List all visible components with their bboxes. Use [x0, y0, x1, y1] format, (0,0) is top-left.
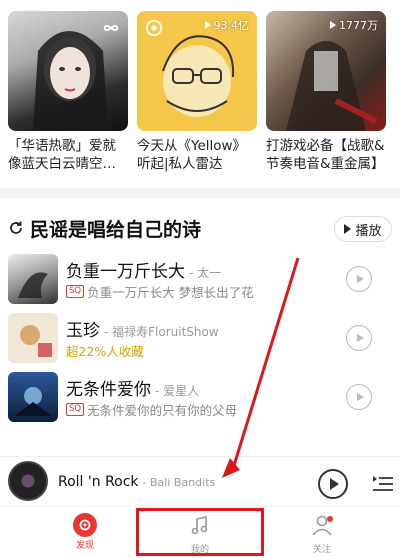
play-icon — [330, 478, 339, 490]
song-thumbnail — [8, 313, 58, 363]
section-title: 民谣是唱给自己的诗 — [30, 219, 202, 241]
song-row[interactable]: 玉珍 - 福禄寿FloruitShow 超22%人收藏 — [0, 313, 400, 375]
section-divider — [0, 188, 400, 198]
playlist-cover[interactable]: 1777万 — [266, 11, 386, 131]
anime-illustration — [286, 41, 378, 131]
song-artist: - 爱星人 — [155, 384, 200, 398]
album-disc[interactable] — [8, 461, 48, 501]
playlist-card[interactable]: 1777万 打游戏必备【战歌&节奏电音&重金属】 — [266, 11, 386, 173]
song-artist: - 太一 — [189, 266, 222, 280]
song-subtitle-line: SQ 负重一万斤长大 梦想长出了花 — [66, 282, 254, 301]
sq-badge: SQ — [66, 285, 85, 298]
tab-label: 关注 — [312, 545, 331, 555]
tab-mine[interactable]: 我的 — [170, 513, 230, 555]
mini-play-button[interactable] — [318, 469, 348, 499]
notification-dot — [327, 516, 333, 522]
playlist-cover[interactable] — [8, 11, 128, 131]
playlist-cards: 「华语热歌」爱就像蓝天白云晴空… 93.4亿 今天从《Yellow》听起|私人雷… — [0, 0, 400, 182]
now-playing-artist: - Bali Bandits — [142, 476, 216, 489]
song-play-button[interactable] — [346, 266, 372, 292]
song-row[interactable]: 负重一万斤长大 - 太一 SQ 负重一万斤长大 梦想长出了花 — [0, 254, 400, 316]
play-icon — [344, 224, 352, 234]
tab-follow[interactable]: 关注 — [292, 513, 352, 555]
song-title: 玉珍 — [66, 321, 100, 341]
sq-badge: SQ — [66, 403, 85, 416]
tab-bar: 发现 我的 关注 — [0, 506, 400, 558]
song-title-line: 负重一万斤长大 - 太一 — [66, 257, 221, 282]
now-playing-title: Roll 'n Rock — [58, 474, 139, 490]
mini-player[interactable]: Roll 'n Rock - Bali Bandits — [0, 456, 400, 506]
playlist-title: 今天从《Yellow》听起|私人雷达 — [137, 138, 247, 172]
song-subtitle: 无条件爱你的只有你的父母 — [87, 403, 238, 418]
song-subtitle: 超22%人收藏 — [66, 344, 144, 359]
song-art — [14, 387, 52, 416]
portrait-illustration — [33, 31, 108, 131]
song-subtitle-line: SQ 无条件爱你的只有你的父母 — [66, 400, 237, 419]
playlist-title: 打游戏必备【战歌&节奏电音&重金属】 — [266, 138, 385, 172]
song-title-line: 玉珍 - 福禄寿FloruitShow — [66, 316, 219, 341]
song-row[interactable]: 无条件爱你 - 爱星人 SQ 无条件爱你的只有你的父母 — [0, 372, 400, 434]
playlist-cover[interactable]: 93.4亿 — [137, 11, 257, 131]
sketch-illustration — [162, 35, 235, 117]
song-play-button[interactable] — [346, 384, 372, 410]
discover-icon — [73, 513, 97, 537]
playlist-card[interactable]: 「华语热歌」爱就像蓝天白云晴空… — [8, 11, 128, 173]
song-thumbnail — [8, 254, 58, 304]
song-play-button[interactable] — [346, 325, 372, 351]
song-title: 负重一万斤长大 — [66, 262, 185, 282]
song-artist: - 福禄寿FloruitShow — [104, 325, 219, 339]
play-all-button[interactable]: 播放 — [334, 216, 392, 242]
song-thumbnail — [8, 372, 58, 422]
song-subtitle-line: 超22%人收藏 — [66, 341, 144, 360]
song-title: 无条件爱你 — [66, 380, 151, 400]
song-title-line: 无条件爱你 - 爱星人 — [66, 375, 199, 400]
section-header: 民谣是唱给自己的诗 播放 — [0, 212, 400, 246]
tab-discover[interactable]: 发现 — [55, 513, 115, 551]
tab-label: 发现 — [75, 541, 94, 551]
playlist-card[interactable]: 93.4亿 今天从《Yellow》听起|私人雷达 — [137, 11, 257, 173]
song-subtitle: 负重一万斤长大 梦想长出了花 — [87, 285, 254, 300]
song-art — [18, 272, 48, 298]
play-icon — [356, 393, 364, 401]
playlist-icon[interactable] — [372, 473, 394, 495]
playlist-title: 「华语热歌」爱就像蓝天白云晴空… — [8, 138, 116, 172]
play-icon — [356, 334, 364, 342]
mini-player-title-line: Roll 'n Rock - Bali Bandits — [58, 474, 215, 490]
music-note-icon — [191, 516, 208, 535]
tab-label: 我的 — [190, 545, 209, 555]
play-icon — [356, 275, 364, 283]
play-all-label: 播放 — [355, 223, 382, 239]
song-art — [20, 325, 52, 357]
refresh-icon[interactable] — [8, 220, 24, 236]
